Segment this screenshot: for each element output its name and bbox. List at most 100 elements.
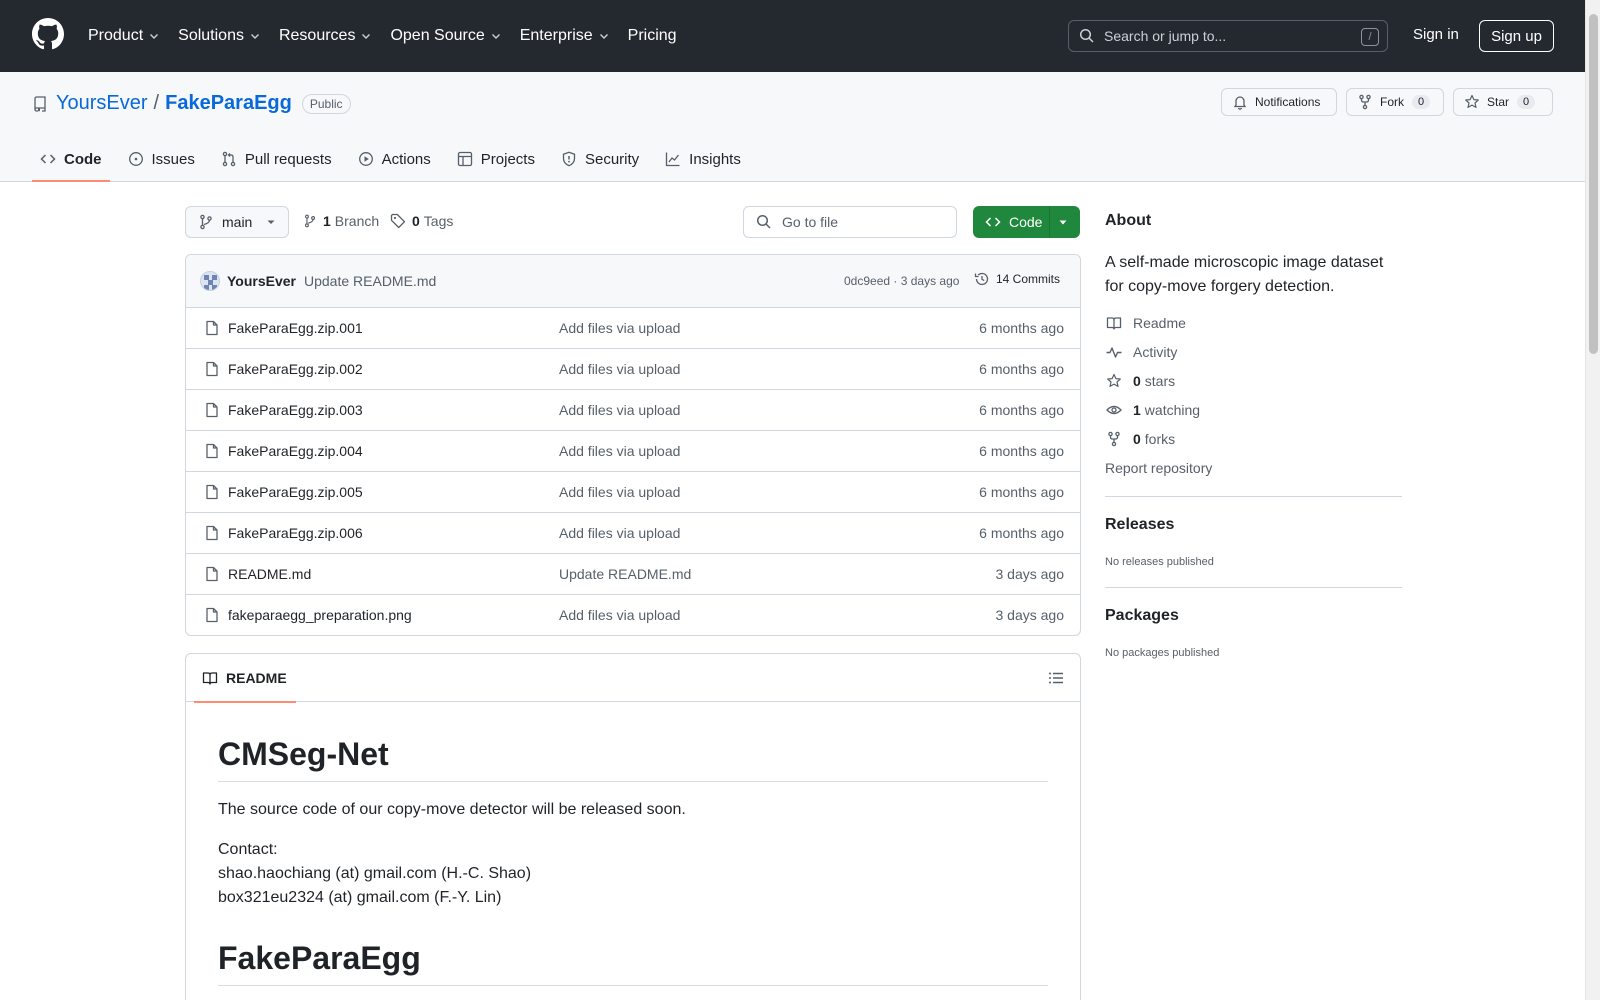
readme-contact: Contact: shao.haochiang (at) gmail.com (… <box>218 838 1048 910</box>
eye-icon <box>1106 405 1122 415</box>
global-search-input[interactable]: Search or jump to... / <box>1068 20 1388 52</box>
nav-resources[interactable]: Resources <box>279 27 372 45</box>
caret-down-icon <box>267 220 275 224</box>
file-name-link[interactable]: FakeParaEgg.zip.004 <box>228 443 363 459</box>
fork-label: Fork <box>1380 95 1404 109</box>
stars-link[interactable]: 0 stars <box>1105 373 1175 389</box>
sidebar-divider <box>1105 587 1402 588</box>
readme-heading-fakeparaegg: FakeParaEgg <box>218 940 1048 986</box>
tab-issues[interactable]: Issues <box>120 136 203 182</box>
branch-selector[interactable]: main <box>185 206 289 238</box>
page-scrollbar[interactable] <box>1585 0 1600 1000</box>
repo-tabs: Code Issues Pull requests Actions Projec… <box>32 136 759 182</box>
file-commit-message[interactable]: Add files via upload <box>559 361 680 377</box>
file-name-link[interactable]: FakeParaEgg.zip.002 <box>228 361 363 377</box>
code-dropdown-button[interactable]: Code <box>973 206 1080 238</box>
file-commit-message[interactable]: Add files via upload <box>559 525 680 541</box>
github-logo-icon[interactable] <box>32 18 64 50</box>
tab-pull-requests[interactable]: Pull requests <box>213 136 340 182</box>
fork-button[interactable]: Fork 0 <box>1346 88 1444 116</box>
sidebar-divider <box>1105 496 1402 497</box>
repo-owner-link[interactable]: YoursEver <box>56 92 148 115</box>
file-icon <box>206 443 218 459</box>
tab-readme[interactable]: README <box>194 654 296 703</box>
commits-count: 14 Commits <box>996 272 1061 286</box>
star-icon <box>1107 373 1121 387</box>
file-commit-message[interactable]: Add files via upload <box>559 320 680 336</box>
forks-count: 0 <box>1133 431 1141 447</box>
readme-link[interactable]: Readme <box>1105 315 1186 331</box>
global-header: Product Solutions Resources Open Source … <box>0 0 1585 72</box>
activity-link[interactable]: Activity <box>1105 344 1177 360</box>
tab-actions[interactable]: Actions <box>350 136 439 182</box>
star-button[interactable]: Star 0 <box>1453 88 1553 116</box>
readme-paragraph: The source code of our copy-move detecto… <box>218 801 686 818</box>
chevron-down-icon <box>150 34 159 39</box>
search-icon <box>756 214 771 229</box>
tab-projects[interactable]: Projects <box>449 136 543 182</box>
commit-message-link[interactable]: Update README.md <box>304 273 436 289</box>
issue-icon <box>128 152 143 166</box>
table-row: FakeParaEgg.zip.004 Add files via upload… <box>186 431 1080 472</box>
releases-heading[interactable]: Releases <box>1105 516 1174 534</box>
file-icon <box>206 484 218 500</box>
file-commit-message[interactable]: Add files via upload <box>559 443 680 459</box>
tab-code[interactable]: Code <box>32 136 110 182</box>
caret-down-icon <box>1059 220 1067 225</box>
shield-icon <box>562 151 576 167</box>
file-commit-message[interactable]: Add files via upload <box>559 607 680 623</box>
about-description: A self-made microscopic image dataset fo… <box>1105 254 1384 295</box>
tab-issues-label: Issues <box>151 150 195 168</box>
branch-icon <box>200 214 212 230</box>
file-name-link[interactable]: FakeParaEgg.zip.003 <box>228 402 363 418</box>
file-commit-message[interactable]: Add files via upload <box>559 484 680 500</box>
notifications-button[interactable]: Notifications <box>1221 88 1337 116</box>
file-name-link[interactable]: FakeParaEgg.zip.005 <box>228 484 363 500</box>
sign-in-link[interactable]: Sign in <box>1413 26 1459 43</box>
commit-hash-and-age[interactable]: 0dc9eed · 3 days ago <box>844 274 959 288</box>
search-placeholder: Search or jump to... <box>1104 28 1227 44</box>
repo-name-link[interactable]: FakeParaEgg <box>165 92 292 115</box>
nav-solutions[interactable]: Solutions <box>178 27 261 45</box>
tab-insights[interactable]: Insights <box>657 136 749 182</box>
nav-enterprise[interactable]: Enterprise <box>520 27 610 45</box>
packages-heading[interactable]: Packages <box>1105 607 1179 625</box>
go-to-file-input[interactable]: Go to file <box>743 206 957 238</box>
file-commit-age: 3 days ago <box>995 607 1065 623</box>
file-commit-message[interactable]: Update README.md <box>559 566 691 582</box>
nav-pricing[interactable]: Pricing <box>628 27 677 45</box>
scrollbar-thumb[interactable] <box>1589 14 1598 354</box>
file-name-link[interactable]: FakeParaEgg.zip.001 <box>228 320 363 336</box>
code-button-label: Code <box>1009 214 1043 230</box>
play-icon <box>358 152 373 166</box>
sign-up-button[interactable]: Sign up <box>1479 20 1554 52</box>
go-to-file-placeholder: Go to file <box>782 214 839 230</box>
table-row: README.md Update README.md 3 days ago <box>186 554 1080 595</box>
fork-count: 0 <box>1412 95 1431 109</box>
tag-count-label: Tags <box>423 213 454 229</box>
commits-history-link[interactable]: 14 Commits <box>974 271 1060 287</box>
latest-commit-bar: YoursEver Update README.md 0dc9eed · 3 d… <box>186 255 1080 308</box>
report-repository-link[interactable]: Report repository <box>1105 460 1212 476</box>
commit-author-link[interactable]: YoursEver <box>227 273 296 289</box>
tab-pull-requests-label: Pull requests <box>244 150 332 168</box>
file-name-link[interactable]: fakeparaegg_preparation.png <box>228 607 412 623</box>
avatar[interactable] <box>200 271 220 291</box>
file-name-link[interactable]: README.md <box>228 566 311 582</box>
nav-product[interactable]: Product <box>88 27 160 45</box>
file-name-link[interactable]: FakeParaEgg.zip.006 <box>228 525 363 541</box>
file-icon <box>206 361 218 377</box>
nav-open-source[interactable]: Open Source <box>390 27 501 45</box>
list-icon[interactable] <box>1048 670 1064 686</box>
forks-link[interactable]: 0 forks <box>1105 431 1175 447</box>
tags-link[interactable]: 0 Tags <box>390 213 453 229</box>
table-row: FakeParaEgg.zip.003 Add files via upload… <box>186 390 1080 431</box>
branch-count: 1 <box>323 213 331 229</box>
file-commit-message[interactable]: Add files via upload <box>559 402 680 418</box>
repo-header: YoursEver / FakeParaEgg Public Notificat… <box>0 72 1585 182</box>
branches-link[interactable]: 1 Branch <box>303 213 379 229</box>
search-shortcut-key: / <box>1361 28 1379 46</box>
watching-link[interactable]: 1 watching <box>1105 402 1200 418</box>
tab-security[interactable]: Security <box>553 136 647 182</box>
notifications-label: Notifications <box>1255 95 1321 109</box>
